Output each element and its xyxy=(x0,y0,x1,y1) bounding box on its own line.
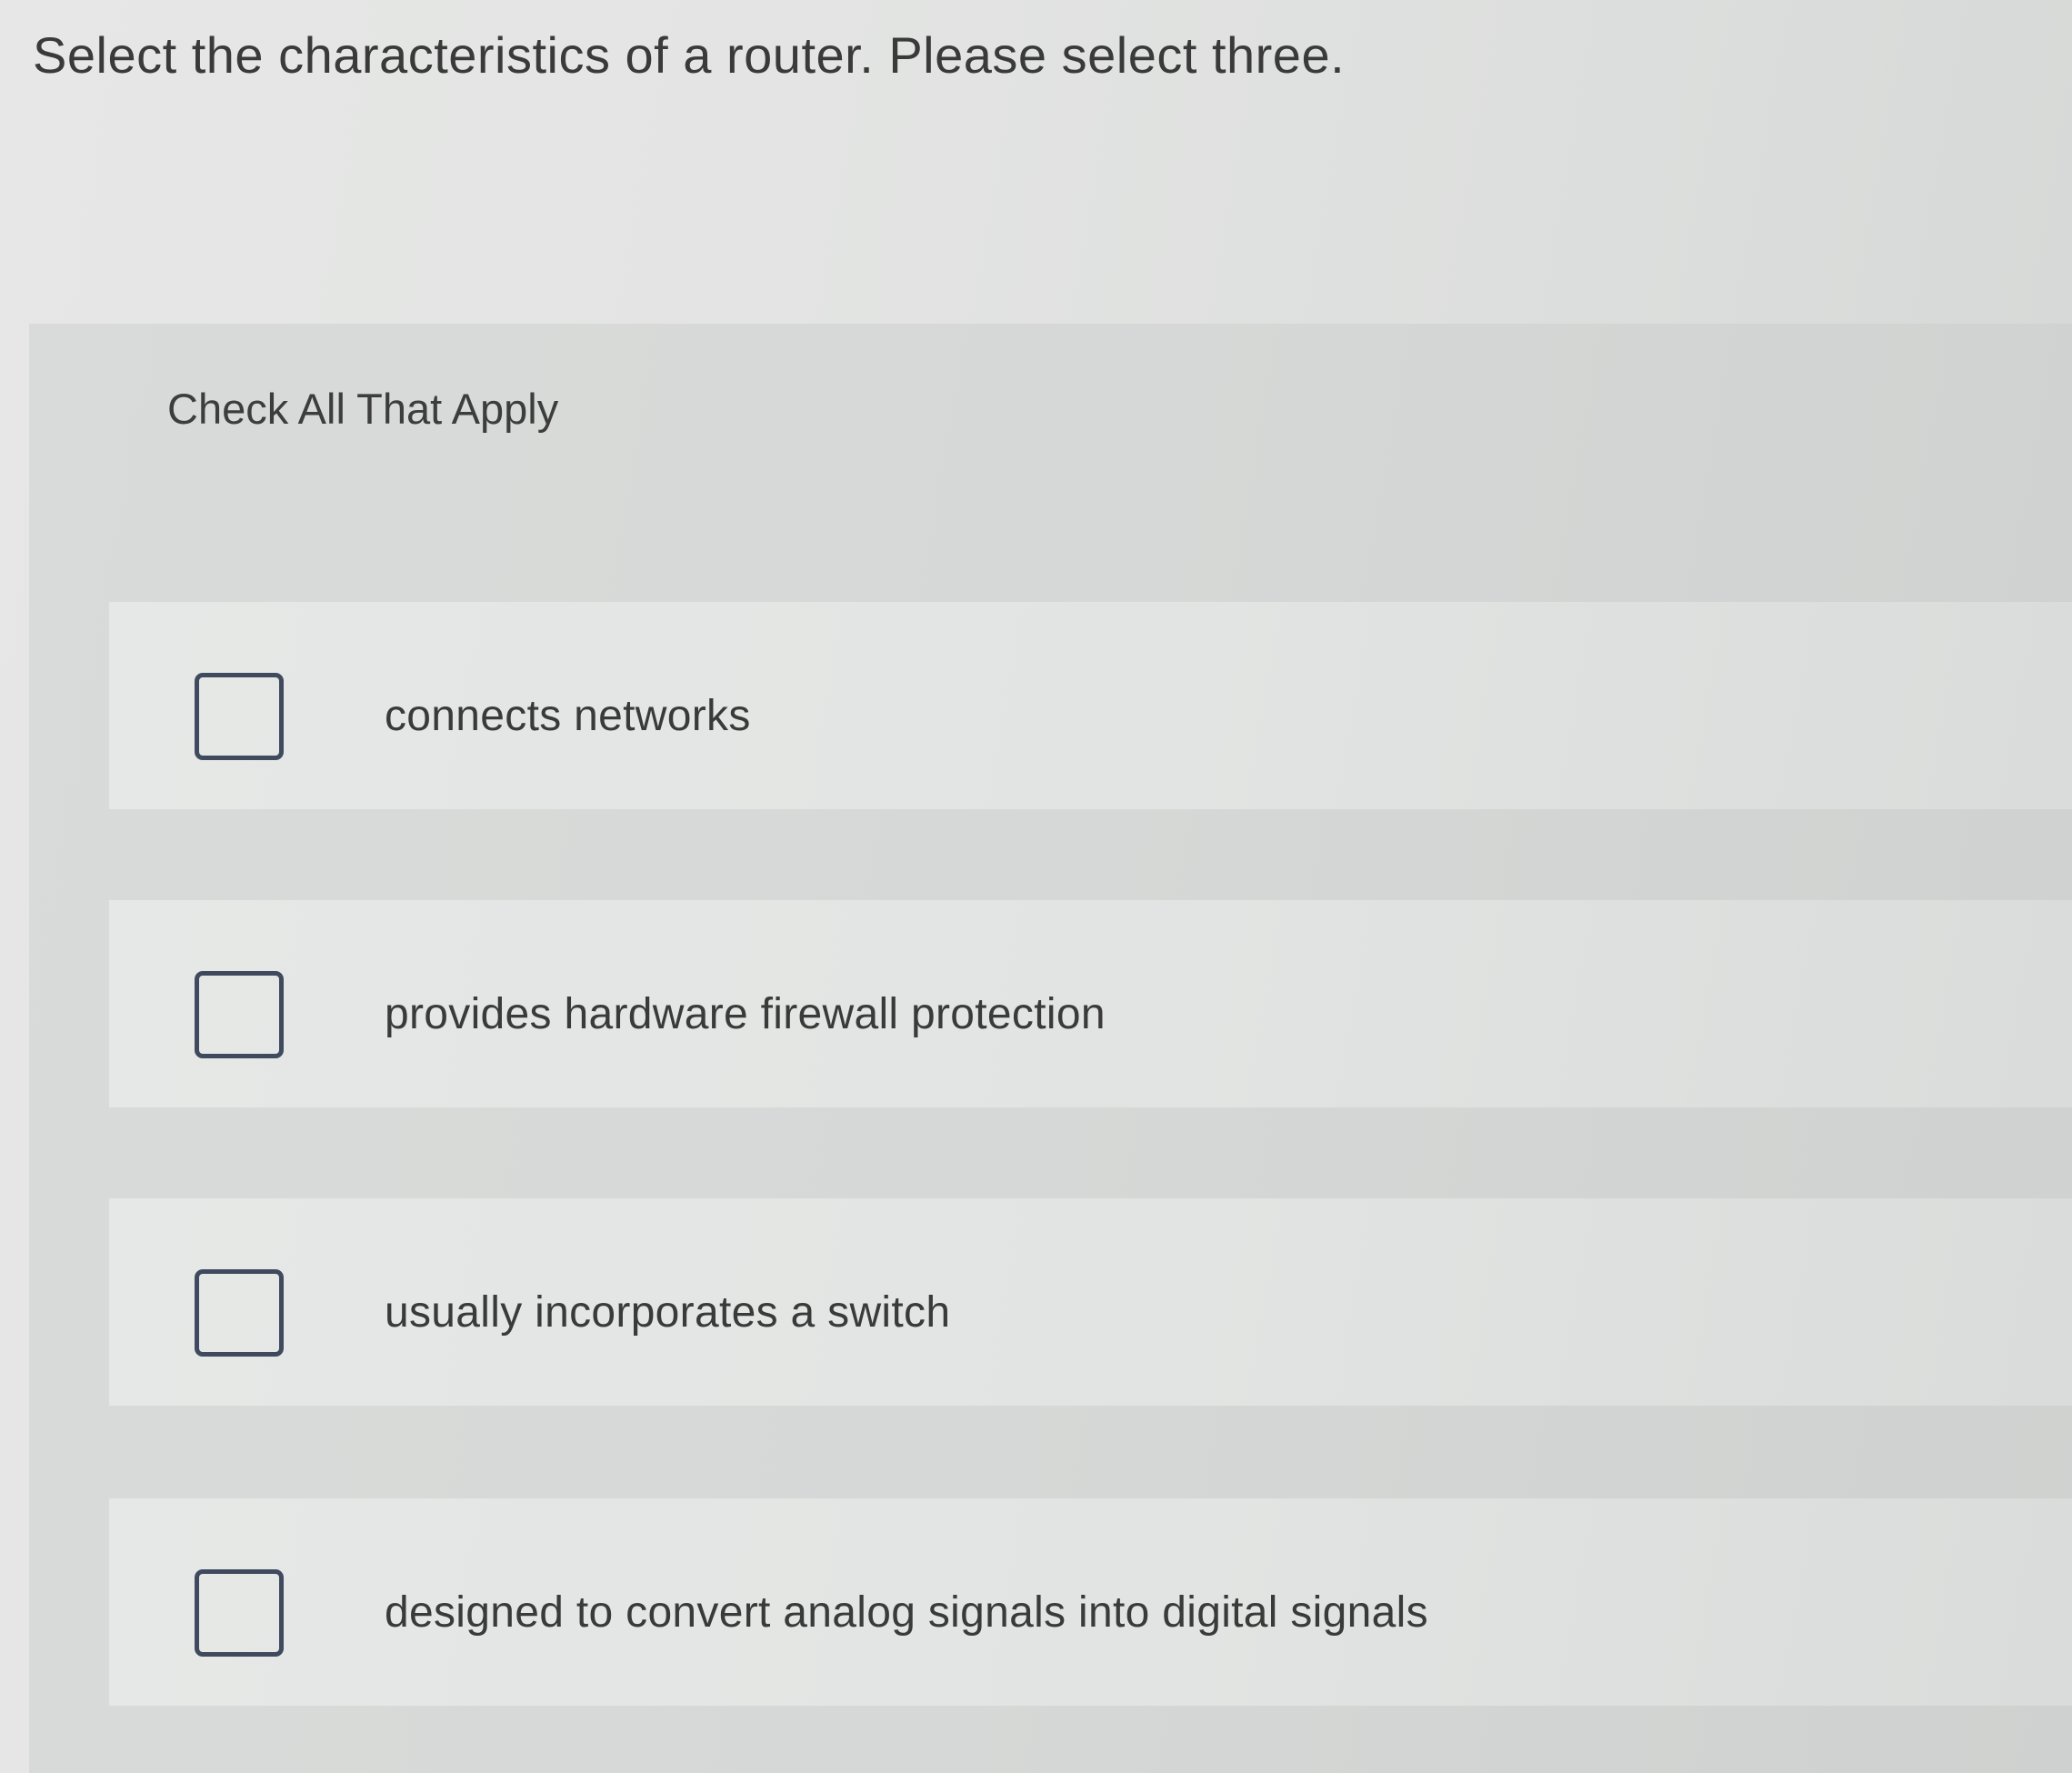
answer-panel: Check All That Apply connects networks p… xyxy=(29,324,2072,1773)
answer-option-incorporates-switch[interactable]: usually incorporates a switch xyxy=(109,1198,2072,1406)
answer-option-firewall-protection[interactable]: provides hardware firewall protection xyxy=(109,900,2072,1107)
check-all-instruction: Check All That Apply xyxy=(167,385,559,433)
answer-option-label: provides hardware firewall protection xyxy=(385,990,1106,1038)
checkbox[interactable] xyxy=(195,1269,284,1357)
answer-option-analog-to-digital[interactable]: designed to convert analog signals into … xyxy=(109,1498,2072,1706)
answer-option-connects-networks[interactable]: connects networks xyxy=(109,602,2072,809)
checkbox[interactable] xyxy=(195,673,284,760)
answer-option-label: designed to convert analog signals into … xyxy=(385,1588,1428,1637)
answer-option-label: connects networks xyxy=(385,692,751,740)
checkbox[interactable] xyxy=(195,1569,284,1657)
checkbox[interactable] xyxy=(195,971,284,1058)
question-text: Select the characteristics of a router. … xyxy=(33,26,1346,84)
answer-option-label: usually incorporates a switch xyxy=(385,1288,951,1337)
